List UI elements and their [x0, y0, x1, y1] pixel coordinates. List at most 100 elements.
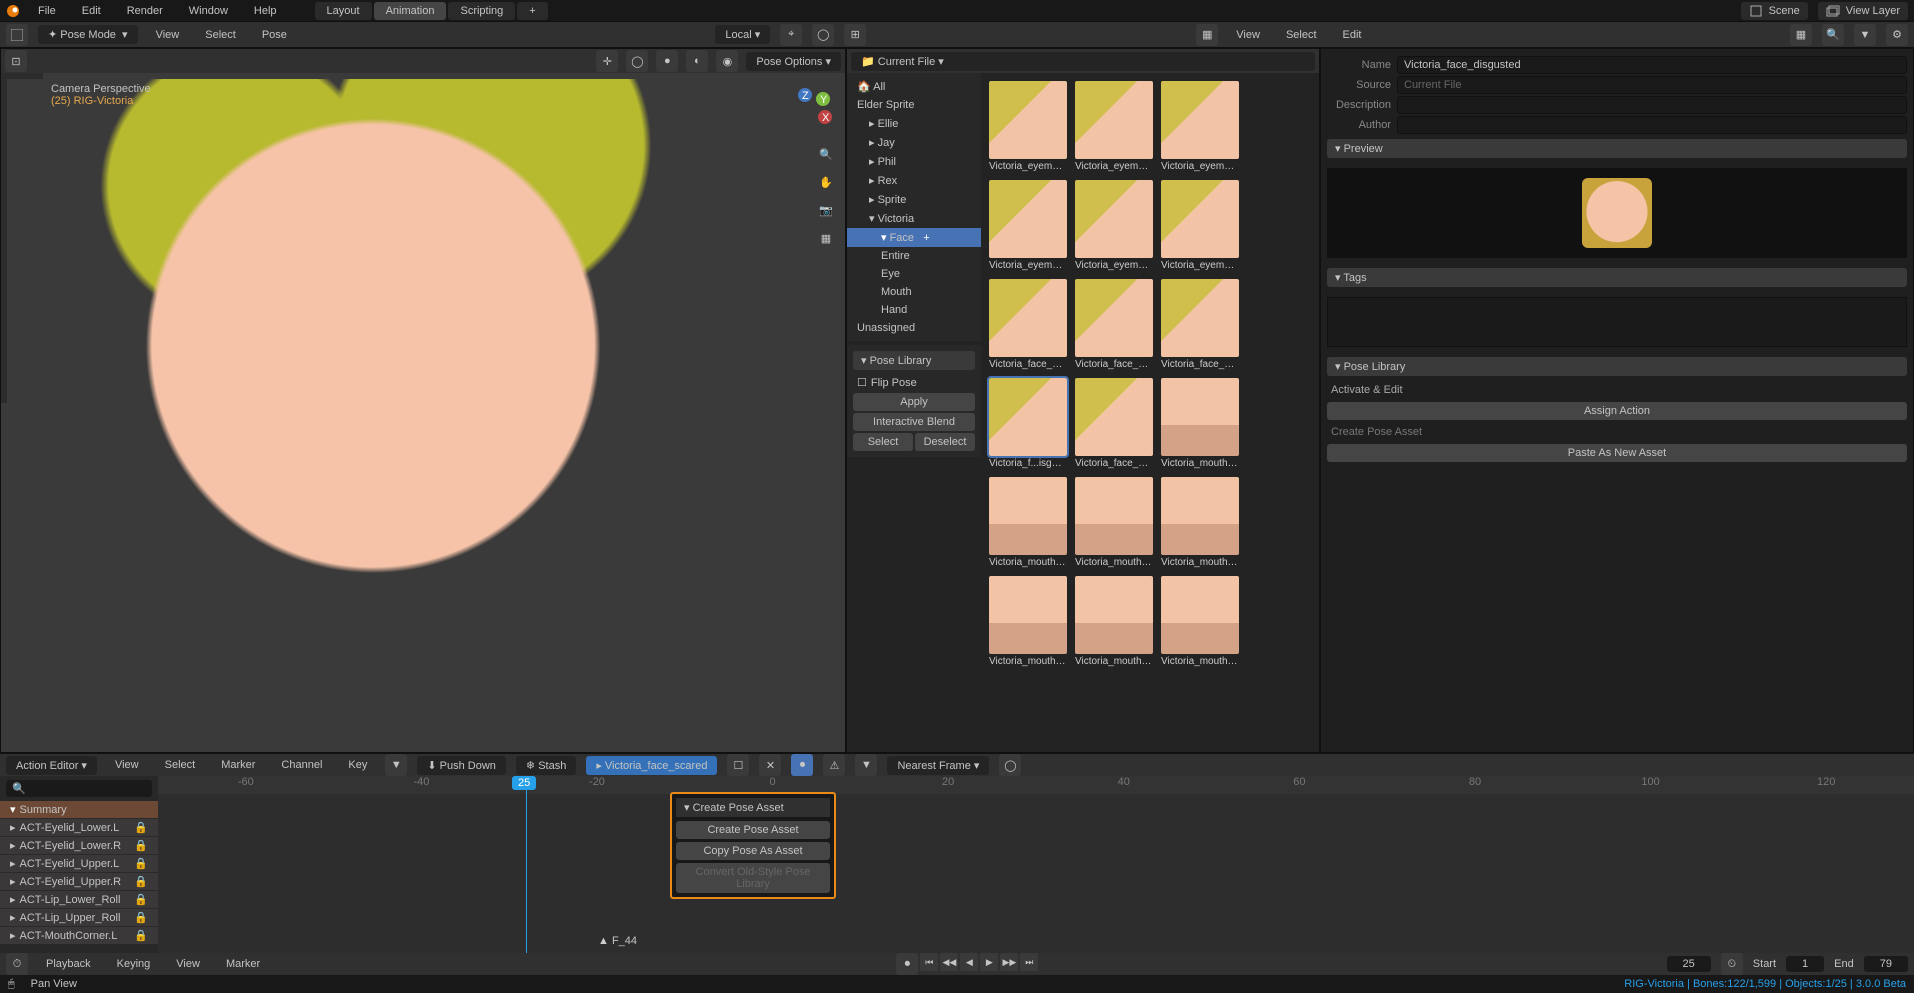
- asset-card[interactable]: Victoria_mouth_Oo: [989, 576, 1067, 667]
- deselect-button[interactable]: Deselect: [915, 433, 975, 451]
- channel-row[interactable]: ▸ ACT-Lip_Lower_Roll🔒: [0, 891, 158, 909]
- jump-end-icon[interactable]: ⏭: [1020, 953, 1038, 971]
- end-frame-field[interactable]: 79: [1864, 956, 1908, 972]
- tree-ellie[interactable]: ▸ Ellie: [847, 114, 981, 133]
- tree-sprite[interactable]: ▸ Sprite: [847, 190, 981, 209]
- menu-render[interactable]: Render: [119, 3, 171, 19]
- tree-face[interactable]: ▾ Face +: [847, 228, 981, 247]
- desc-input[interactable]: [1397, 96, 1907, 114]
- ae-channel-menu[interactable]: Channel: [273, 757, 330, 773]
- tree-jay[interactable]: ▸ Jay: [847, 133, 981, 152]
- tree-phil[interactable]: ▸ Phil: [847, 152, 981, 171]
- menu-edit[interactable]: Edit: [74, 3, 109, 19]
- asset-card[interactable]: Victoria_mouth_Uu: [1161, 576, 1239, 667]
- tree-rex[interactable]: ▸ Rex: [847, 171, 981, 190]
- options-icon[interactable]: ⚙: [1886, 24, 1908, 46]
- overlays-toggle-icon[interactable]: ⊡: [5, 50, 27, 72]
- menu-help[interactable]: Help: [246, 3, 285, 19]
- lock-icon[interactable]: 🔒: [134, 857, 148, 870]
- display-mode-icon[interactable]: ▦: [1790, 24, 1812, 46]
- asset-library-select[interactable]: 📁 Current File ▾: [851, 52, 1315, 71]
- asset-card[interactable]: Victoria_eyemask_...: [1161, 180, 1239, 271]
- asset-card[interactable]: Victoria_eyemask_...: [1161, 81, 1239, 172]
- pushdown-button[interactable]: ⬇ Push Down: [417, 756, 506, 775]
- convert-old-pose-button[interactable]: Convert Old-Style Pose Library: [676, 863, 830, 893]
- asset-editor-type-icon[interactable]: ▦: [1196, 24, 1218, 46]
- playhead[interactable]: 25: [526, 776, 527, 953]
- copy-pose-asset-button[interactable]: Copy Pose As Asset: [676, 842, 830, 860]
- jump-start-icon[interactable]: ⏮: [920, 953, 938, 971]
- create-pose-asset-button[interactable]: Create Pose Asset: [676, 821, 830, 839]
- play-icon[interactable]: ▶: [980, 953, 998, 971]
- tags-list[interactable]: [1327, 297, 1907, 347]
- action-editor-type[interactable]: Action Editor ▾: [6, 756, 97, 775]
- shading-matprev-icon[interactable]: ◐: [686, 50, 708, 72]
- pb-view-menu[interactable]: View: [168, 956, 208, 972]
- zoom-icon[interactable]: 🔍: [815, 143, 837, 165]
- asset-edit-menu[interactable]: Edit: [1335, 27, 1370, 43]
- asset-card[interactable]: Victoria_face_cont...: [1075, 279, 1153, 370]
- lock-icon[interactable]: 🔒: [134, 875, 148, 888]
- asset-card[interactable]: Victoria_mouth_Mm: [1161, 477, 1239, 568]
- asset-card[interactable]: Victoria_face_squin: [1075, 378, 1153, 469]
- channel-search-input[interactable]: [30, 783, 172, 795]
- tab-animation[interactable]: Animation: [374, 2, 447, 20]
- channel-row[interactable]: ▸ ACT-Eyelid_Lower.R🔒: [0, 837, 158, 855]
- asset-card[interactable]: Victoria_eyemask_...: [989, 180, 1067, 271]
- menu-file[interactable]: File: [30, 3, 64, 19]
- pan-icon[interactable]: ✋: [815, 171, 837, 193]
- autokey-icon[interactable]: ⏺: [896, 953, 918, 975]
- asset-card[interactable]: Victoria_mouth_Aa: [1161, 378, 1239, 469]
- filter-icon[interactable]: ▼: [1854, 24, 1876, 46]
- stash-button[interactable]: ❄ Stash: [516, 756, 576, 775]
- asset-card[interactable]: Victoria_eyemask_...: [989, 81, 1067, 172]
- apply-button[interactable]: Apply: [853, 393, 975, 411]
- tree-hand[interactable]: Hand: [847, 301, 981, 319]
- mode-select[interactable]: ✦ Pose Mode ▾: [38, 25, 138, 44]
- tree-entire[interactable]: Entire: [847, 247, 981, 265]
- tree-unassigned[interactable]: Unassigned: [847, 319, 981, 337]
- asset-card[interactable]: Victoria_face_defa...: [1161, 279, 1239, 370]
- lock-icon[interactable]: 🔒: [134, 839, 148, 852]
- asset-card[interactable]: Victoria_face_ann...: [989, 279, 1067, 370]
- transform-orientation[interactable]: Local ▾: [715, 25, 770, 44]
- ae-key-menu[interactable]: Key: [340, 757, 375, 773]
- assign-action-button[interactable]: Assign Action: [1327, 402, 1907, 420]
- menu-window[interactable]: Window: [181, 3, 236, 19]
- play-reverse-icon[interactable]: ◀: [960, 953, 978, 971]
- auto-icon[interactable]: ⏺: [791, 754, 813, 776]
- pose-menu[interactable]: Pose: [254, 27, 295, 43]
- new-action-icon[interactable]: ✕: [759, 754, 781, 776]
- lock-icon[interactable]: 🔒: [134, 929, 148, 942]
- asset-card[interactable]: Victoria_mouth_Ff: [1075, 477, 1153, 568]
- poselib-header[interactable]: ▾ Pose Library: [853, 351, 975, 370]
- props-poselib-header[interactable]: ▾ Pose Library: [1327, 357, 1907, 376]
- timeline-editor-icon[interactable]: ⏱: [6, 953, 28, 975]
- camera-view-icon[interactable]: 📷: [815, 199, 837, 221]
- timeline-track[interactable]: -60-40-20020406080100120 25 ▲ F_44: [158, 776, 1914, 953]
- tree-eye[interactable]: Eye: [847, 265, 981, 283]
- tags-header[interactable]: ▾ Tags: [1327, 268, 1907, 287]
- channel-row[interactable]: ▸ ACT-Eyelid_Upper.R🔒: [0, 873, 158, 891]
- channel-search[interactable]: 🔍: [6, 780, 152, 797]
- viewlayer-selector[interactable]: View Layer: [1818, 2, 1908, 20]
- asset-card[interactable]: Victoria_eyemask_...: [1075, 180, 1153, 271]
- lock-icon[interactable]: 🔒: [134, 911, 148, 924]
- name-input[interactable]: Victoria_face_disgusted: [1397, 56, 1907, 74]
- tree-all[interactable]: 🏠 All: [847, 77, 981, 96]
- action-name-field[interactable]: ▸ Victoria_face_scared: [586, 756, 717, 775]
- funnel-icon[interactable]: ▼: [855, 754, 877, 776]
- overlay-icon[interactable]: ⊞: [844, 24, 866, 46]
- tab-layout[interactable]: Layout: [315, 2, 372, 20]
- asset-select-menu[interactable]: Select: [1278, 27, 1325, 43]
- summary-row[interactable]: ▾ Summary: [0, 801, 158, 819]
- snap-icon[interactable]: ⌖: [780, 24, 802, 46]
- ae-marker-menu[interactable]: Marker: [213, 757, 263, 773]
- tree-mouth[interactable]: Mouth: [847, 283, 981, 301]
- asset-card[interactable]: Victoria_mouth_Ee: [989, 477, 1067, 568]
- shading-solid-icon[interactable]: ●: [656, 50, 678, 72]
- blend-button[interactable]: Interactive Blend: [853, 413, 975, 431]
- asset-card[interactable]: Victoria_eyemask_...: [1075, 81, 1153, 172]
- pb-playback-menu[interactable]: Playback: [38, 956, 99, 972]
- nav-gizmo[interactable]: Y X Z: [783, 85, 833, 135]
